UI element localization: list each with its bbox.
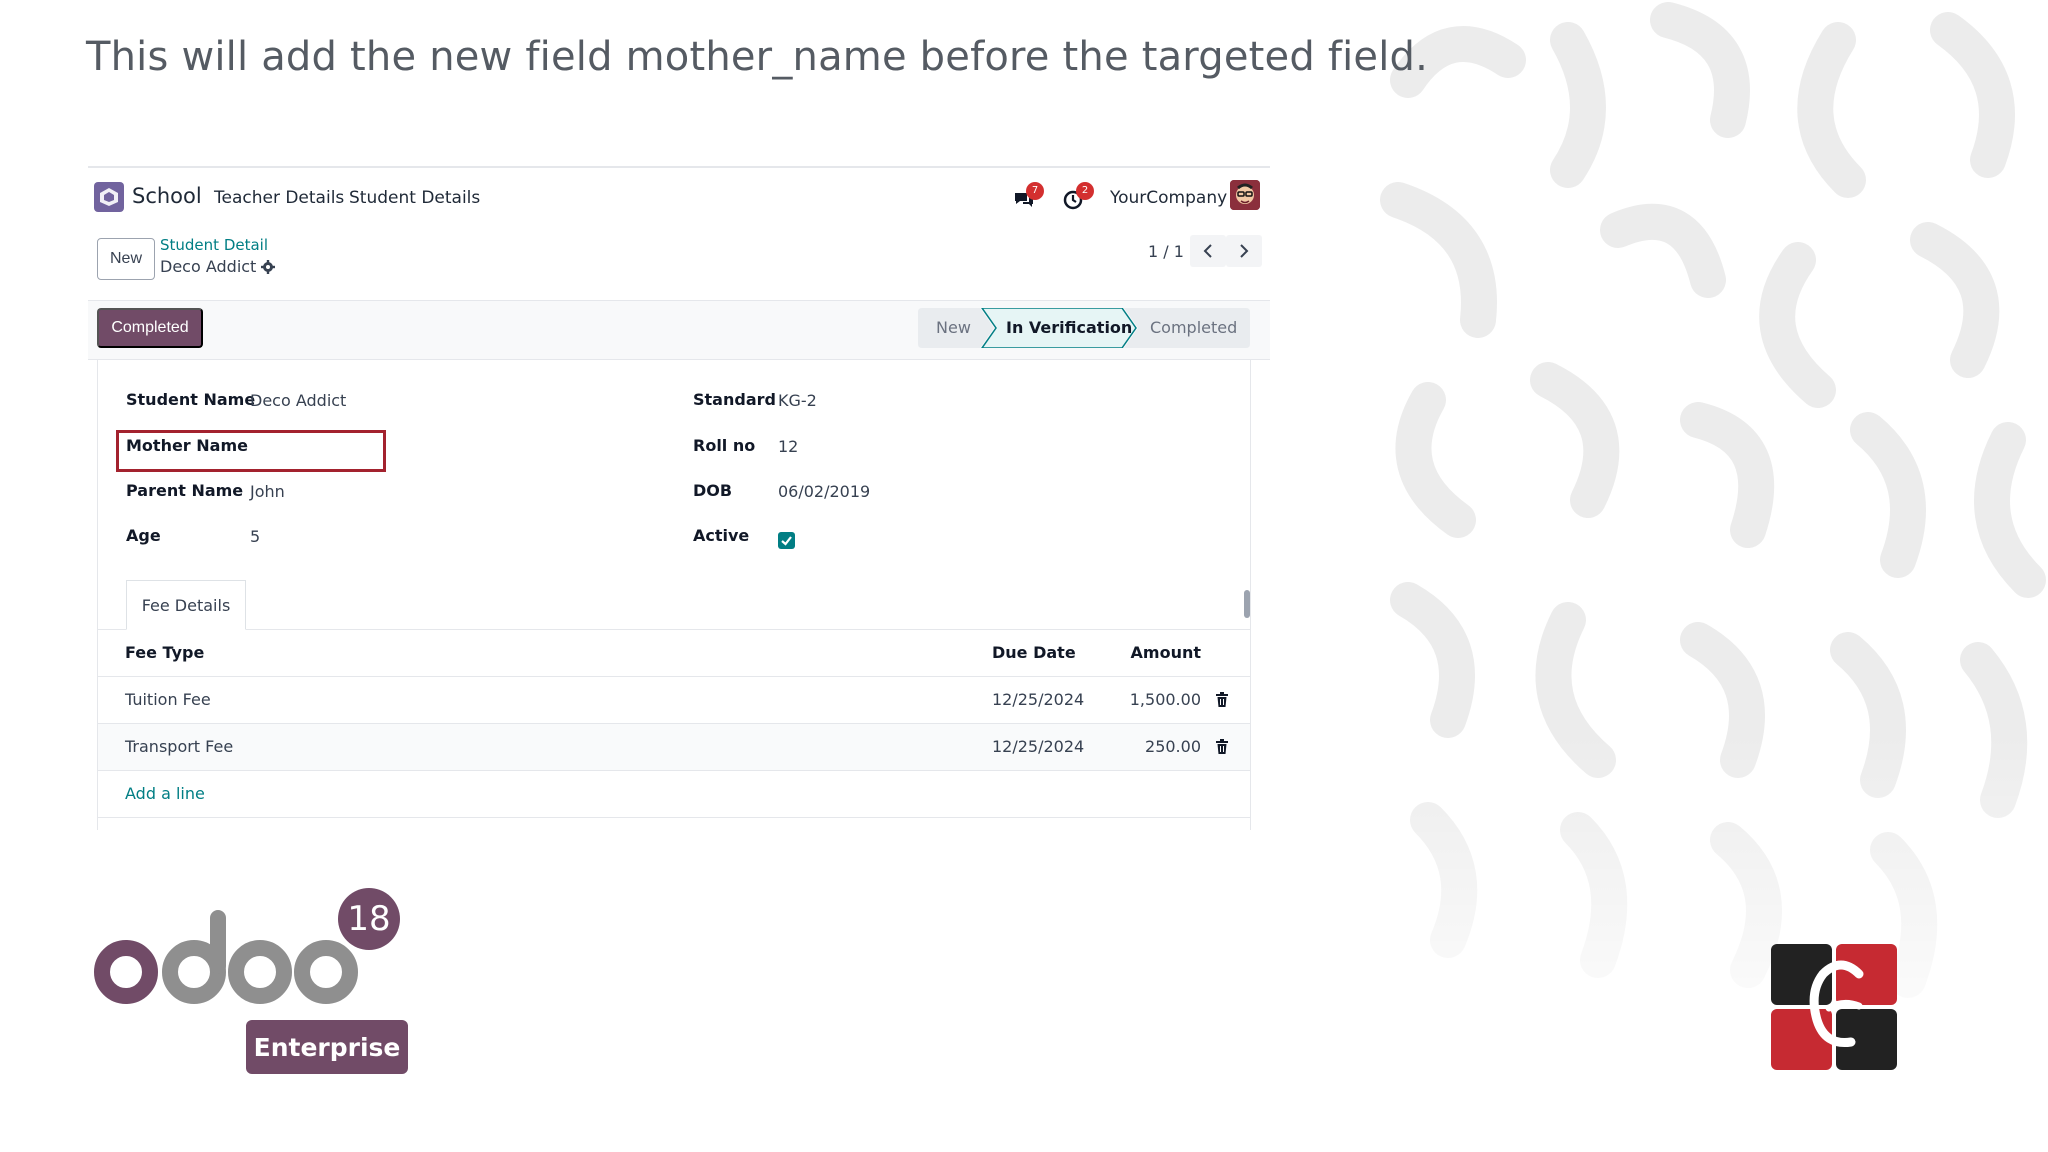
trash-icon[interactable] [1216, 692, 1228, 707]
label-mother-name: Mother Name [126, 436, 248, 455]
label-roll-no: Roll no [693, 436, 756, 455]
activities-badge: 2 [1076, 182, 1094, 200]
breadcrumb-current-label: Deco Addict [160, 257, 257, 276]
stage-in-verification[interactable]: In Verification [1006, 318, 1132, 337]
messages-badge: 7 [1026, 182, 1044, 200]
fee-table: Fee Type Due Date Amount Tuition Fee 12/… [98, 630, 1250, 818]
navbar: School Teacher Details Student Details 7… [88, 168, 1270, 228]
table-row[interactable]: Transport Fee 12/25/2024 250.00 [98, 724, 1250, 771]
field-roll-no[interactable]: 12 [778, 437, 798, 456]
slide-caption: This will add the new field mother_name … [86, 34, 1429, 80]
pager-value[interactable]: 1 / 1 [1148, 242, 1184, 261]
cell-due-date: 12/25/2024 [992, 737, 1085, 756]
gear-icon[interactable] [261, 259, 276, 274]
label-parent-name: Parent Name [126, 481, 244, 500]
table-row[interactable]: Tuition Fee 12/25/2024 1,500.00 [98, 677, 1250, 724]
enterprise-badge: Enterprise [246, 1020, 408, 1074]
label-active: Active [693, 526, 750, 545]
add-line-row: Add a line [98, 771, 1250, 818]
breadcrumb-parent[interactable]: Student Detail [160, 236, 268, 254]
odoo-app-window: School Teacher Details Student Details 7… [88, 166, 1270, 830]
menu-teacher-details[interactable]: Teacher Details [214, 188, 344, 208]
add-line-link[interactable]: Add a line [125, 784, 205, 803]
active-checkbox[interactable] [778, 532, 795, 549]
notebook-tabs: Fee Details [98, 580, 1250, 630]
field-dob[interactable]: 06/02/2019 [778, 482, 870, 501]
field-parent-name[interactable]: John [250, 482, 285, 501]
cell-fee-type: Tuition Fee [125, 690, 211, 709]
stage-selector: New In Verification Completed [918, 308, 1250, 348]
check-icon [781, 536, 792, 546]
pager-previous-button[interactable] [1190, 235, 1226, 267]
decorative-pattern [1368, 0, 2048, 1152]
field-standard[interactable]: KG-2 [778, 391, 817, 410]
form-sheet: Student Name Deco Addict Mother Name Par… [97, 360, 1251, 830]
label-standard: Standard [693, 390, 776, 409]
field-mother-name[interactable] [250, 436, 370, 458]
new-record-button[interactable]: New [97, 238, 155, 280]
version-badge: 18 [338, 888, 400, 950]
menu-student-details[interactable]: Student Details [349, 188, 480, 208]
completed-action-button[interactable]: Completed [97, 308, 203, 348]
activities-button[interactable]: 2 [1060, 182, 1094, 214]
messages-button[interactable]: 7 [1010, 182, 1044, 214]
cell-amount: 250.00 [1145, 737, 1201, 756]
school-app-icon[interactable] [94, 182, 124, 212]
company-switcher[interactable]: YourCompany [1110, 188, 1227, 208]
field-student-name[interactable]: Deco Addict [250, 391, 346, 410]
column-due-date[interactable]: Due Date [992, 643, 1076, 662]
pager-next-button[interactable] [1226, 235, 1262, 267]
stage-new[interactable]: New [936, 318, 971, 337]
label-dob: DOB [693, 481, 733, 500]
trash-icon[interactable] [1216, 739, 1228, 754]
field-age[interactable]: 5 [250, 527, 260, 546]
column-amount[interactable]: Amount [1131, 643, 1201, 662]
column-fee-type[interactable]: Fee Type [125, 643, 204, 662]
scrollbar[interactable] [1244, 582, 1250, 626]
cell-amount: 1,500.00 [1129, 690, 1201, 709]
slide: This will add the new field mother_name … [0, 0, 2048, 1152]
breadcrumb-current: Deco Addict [160, 257, 276, 276]
cell-fee-type: Transport Fee [125, 737, 234, 756]
tab-fee-details[interactable]: Fee Details [126, 580, 246, 630]
app-name[interactable]: School [132, 184, 202, 208]
chevron-right-icon [1240, 244, 1249, 258]
label-age: Age [126, 526, 161, 545]
stage-completed[interactable]: Completed [1150, 318, 1237, 337]
cell-due-date: 12/25/2024 [992, 690, 1085, 709]
cybrosys-logo [1771, 944, 1897, 1070]
label-student-name: Student Name [126, 390, 256, 409]
user-avatar[interactable] [1230, 180, 1260, 210]
table-header-row: Fee Type Due Date Amount [98, 630, 1250, 677]
chevron-left-icon [1203, 244, 1212, 258]
